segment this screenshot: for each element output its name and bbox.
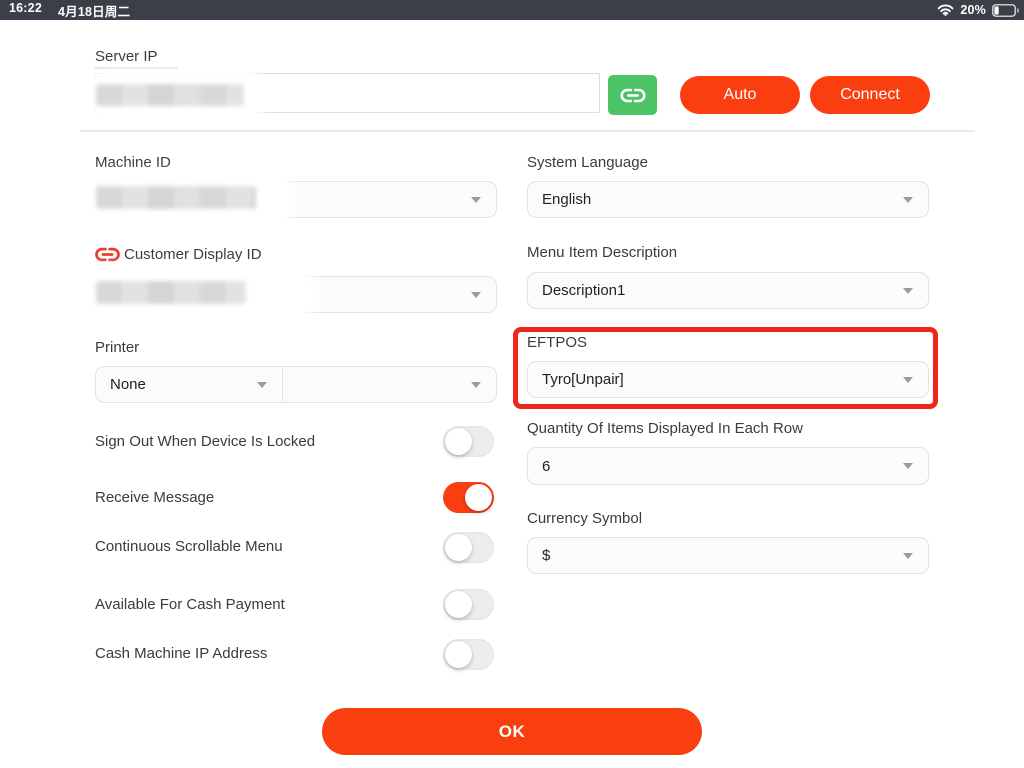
quantity-per-row-label: Quantity Of Items Displayed In Each Row bbox=[527, 420, 803, 438]
machine-id-label: Machine ID bbox=[95, 154, 171, 172]
status-date: 4月18日周二 bbox=[58, 1, 130, 20]
chevron-down-icon bbox=[903, 377, 913, 383]
system-language-label: System Language bbox=[527, 154, 648, 172]
printer-label: Printer bbox=[95, 339, 139, 357]
eftpos-dropdown[interactable]: Tyro[Unpair] bbox=[527, 361, 929, 398]
quantity-per-row-dropdown[interactable]: 6 bbox=[527, 447, 929, 485]
chevron-down-icon bbox=[903, 463, 913, 469]
toggle-knob bbox=[445, 641, 472, 668]
toggle-continuous-scrollable-menu[interactable] bbox=[443, 532, 494, 563]
customer-display-id-label: Customer Display ID bbox=[124, 246, 262, 264]
toggle-receive-message[interactable] bbox=[443, 482, 494, 513]
eftpos-label: EFTPOS bbox=[527, 334, 587, 352]
battery-icon bbox=[992, 4, 1019, 17]
menu-item-description-label: Menu Item Description bbox=[527, 244, 677, 262]
toggle-knob bbox=[445, 428, 472, 455]
chevron-down-icon bbox=[471, 197, 481, 203]
printer-dropdown-left[interactable]: None bbox=[96, 367, 282, 402]
currency-symbol-label: Currency Symbol bbox=[527, 510, 642, 528]
quantity-per-row-value: 6 bbox=[528, 458, 550, 475]
currency-symbol-value: $ bbox=[528, 547, 550, 564]
chevron-down-icon bbox=[903, 197, 913, 203]
printer-dropdown-group: None bbox=[95, 366, 497, 403]
status-time: 16:22 bbox=[9, 1, 42, 20]
system-language-value: English bbox=[528, 191, 591, 208]
customer-display-link-icon bbox=[94, 246, 121, 263]
toggle-label-receive-message: Receive Message bbox=[95, 489, 214, 507]
chevron-down-icon bbox=[471, 382, 481, 388]
auto-button[interactable]: Auto bbox=[680, 76, 800, 114]
link-button[interactable] bbox=[608, 75, 657, 115]
toggle-knob bbox=[465, 484, 492, 511]
toggle-knob bbox=[445, 534, 472, 561]
status-bar-left: 16:22 4月18日周二 bbox=[0, 1, 130, 20]
chevron-down-icon bbox=[903, 553, 913, 559]
toggle-label-available-for-cash-payment: Available For Cash Payment bbox=[95, 596, 285, 614]
printer-value-left: None bbox=[96, 376, 146, 393]
toggle-knob bbox=[445, 591, 472, 618]
settings-screen: 16:22 4月18日周二 20% Serve bbox=[0, 0, 1024, 768]
customer-display-redacted-value bbox=[96, 281, 246, 304]
menu-item-description-dropdown[interactable]: Description1 bbox=[527, 272, 929, 309]
printer-dropdown-right[interactable] bbox=[283, 367, 496, 402]
battery-percent: 20% bbox=[960, 3, 986, 17]
status-bar: 16:22 4月18日周二 20% bbox=[0, 0, 1024, 20]
machine-id-redacted-value bbox=[96, 186, 256, 209]
section-divider bbox=[80, 130, 975, 132]
eftpos-value: Tyro[Unpair] bbox=[528, 371, 624, 388]
menu-item-description-value: Description1 bbox=[528, 282, 625, 299]
chevron-down-icon bbox=[471, 292, 481, 298]
toggle-label-cash-machine-ip-address: Cash Machine IP Address bbox=[95, 645, 267, 663]
ok-button[interactable]: OK bbox=[322, 708, 702, 755]
link-icon bbox=[619, 87, 647, 104]
status-bar-right: 20% bbox=[937, 3, 1024, 17]
chevron-down-icon bbox=[257, 382, 267, 388]
system-language-dropdown[interactable]: English bbox=[527, 181, 929, 218]
server-ip-label: Server IP bbox=[95, 48, 158, 66]
chevron-down-icon bbox=[903, 288, 913, 294]
toggle-label-continuous-scrollable-menu: Continuous Scrollable Menu bbox=[95, 538, 283, 556]
toggle-sign-out[interactable] bbox=[443, 426, 494, 457]
connect-button[interactable]: Connect bbox=[810, 76, 930, 114]
toggle-cash-machine-ip-address[interactable] bbox=[443, 639, 494, 670]
wifi-icon bbox=[937, 4, 954, 16]
toggle-available-for-cash-payment[interactable] bbox=[443, 589, 494, 620]
toggle-label-sign-out: Sign Out When Device Is Locked bbox=[95, 433, 315, 451]
currency-symbol-dropdown[interactable]: $ bbox=[527, 537, 929, 574]
server-ip-redacted-value bbox=[96, 84, 244, 106]
